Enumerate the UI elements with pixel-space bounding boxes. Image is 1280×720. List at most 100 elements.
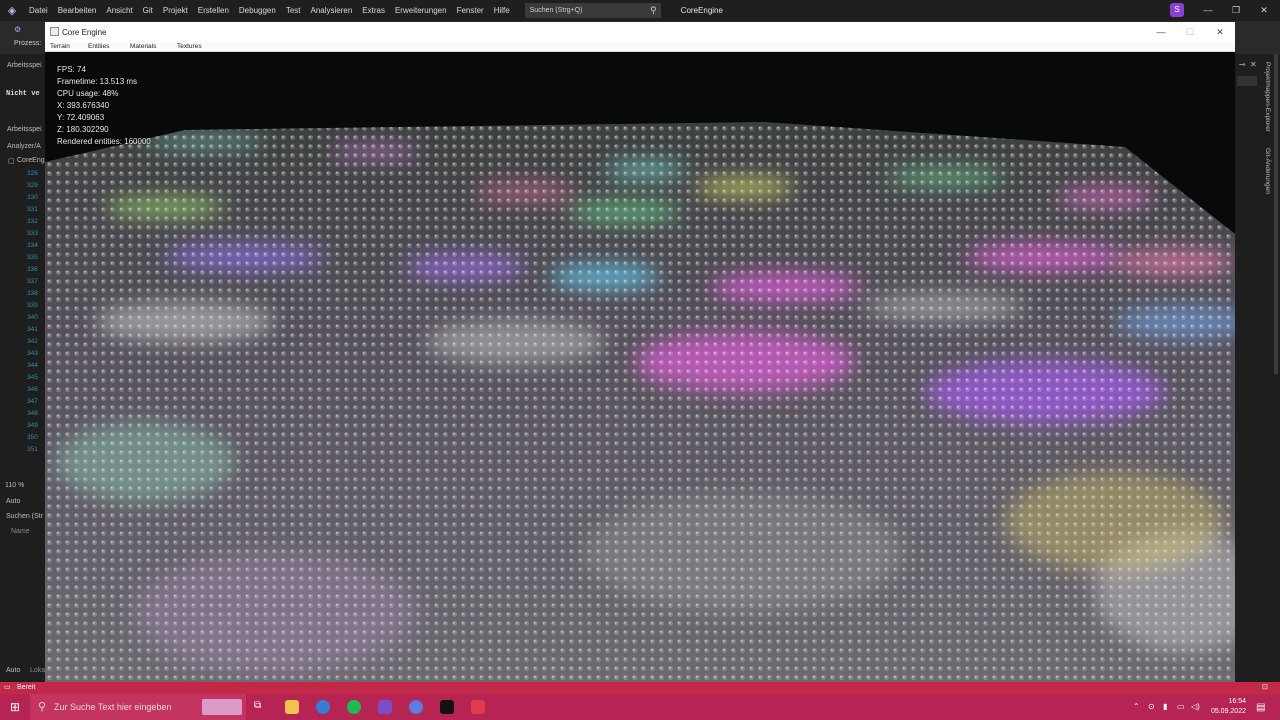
line-number: 345 <box>27 374 38 381</box>
engine-maximize-icon[interactable]: ☐ <box>1175 22 1205 42</box>
menu-bearbeiten[interactable]: Bearbeiten <box>53 0 102 21</box>
git-changes-tab[interactable]: Git-Änderungen <box>1264 148 1271 194</box>
app-icon <box>50 27 59 36</box>
name-column: Name <box>11 528 30 535</box>
pin-icon[interactable]: ⊸ <box>1239 60 1246 69</box>
line-number: 332 <box>27 218 38 225</box>
menu-terrain[interactable]: Terrain <box>50 43 70 50</box>
app-icon-red[interactable] <box>471 700 485 714</box>
line-number: 330 <box>27 194 38 201</box>
tray-chevron-icon[interactable]: ⌃ <box>1133 702 1140 711</box>
status-text: Bereit <box>17 684 36 691</box>
menu-materials[interactable]: Materials <box>130 43 156 50</box>
spotify-icon[interactable] <box>347 700 361 714</box>
engine-title: Core Engine <box>62 28 107 37</box>
solution-explorer-tab[interactable]: Projektmappen-Explorer <box>1264 62 1271 132</box>
nicht-label: Nicht ve <box>6 90 40 98</box>
restore-icon[interactable]: ❐ <box>1222 0 1250 21</box>
zoom-level[interactable]: 110 % <box>5 482 24 489</box>
memory-label: Arbeitsspei <box>7 62 42 69</box>
engine-minimize-icon[interactable]: — <box>1146 22 1176 42</box>
taskbar-search-placeholder: Zur Suche Text hier eingeben <box>54 702 172 712</box>
hud-z: Z: 180.302290 <box>57 125 109 134</box>
menu-debuggen[interactable]: Debuggen <box>234 0 281 21</box>
file-explorer-icon[interactable] <box>285 700 299 714</box>
menu-hilfe[interactable]: Hilfe <box>489 0 515 21</box>
panel-close-icon[interactable]: ✕ <box>1250 60 1257 69</box>
network-icon[interactable]: ▭ <box>1177 702 1185 711</box>
vs-search-box[interactable]: Suchen (Strg+Q) ⚲ <box>524 3 661 18</box>
code-tab[interactable]: CoreEng <box>17 157 45 164</box>
line-number: 334 <box>27 242 38 249</box>
vs-menubar: ◈ Datei Bearbeiten Ansicht Git Projekt E… <box>0 0 1280 21</box>
line-number: 340 <box>27 314 38 321</box>
core-engine-window: Core Engine — ☐ ✕ Terrain Entities Mater… <box>45 22 1235 692</box>
line-number: 341 <box>27 326 38 333</box>
hud-x: X: 393.676340 <box>57 101 110 110</box>
panel-dropdown[interactable] <box>1237 76 1257 86</box>
discord-icon[interactable] <box>409 700 423 714</box>
menu-datei[interactable]: Datei <box>24 0 53 21</box>
line-number: 335 <box>27 254 38 261</box>
menu-projekt[interactable]: Projekt <box>158 0 193 21</box>
visual-studio-icon[interactable] <box>378 700 392 714</box>
line-number: 339 <box>27 302 38 309</box>
memory-label-2: Arbeitsspei <box>7 126 42 133</box>
menu-extras[interactable]: Extras <box>357 0 390 21</box>
menu-test[interactable]: Test <box>281 0 306 21</box>
process-icon[interactable]: ⚙ <box>14 25 21 34</box>
search-icon: ⚲ <box>650 5 657 15</box>
file-icon: ▢ <box>8 158 15 165</box>
vs-statusbar: ▭ Bereit ⊡ <box>0 682 1280 694</box>
minimize-icon[interactable]: — <box>1194 0 1222 21</box>
close-icon[interactable]: ✕ <box>1250 0 1278 21</box>
search-highlight-icon[interactable] <box>202 699 242 715</box>
visual-studio-logo-icon[interactable]: ◈ <box>0 0 24 21</box>
windows-start-icon[interactable]: ⊞ <box>0 694 30 720</box>
terminal-icon[interactable] <box>440 700 454 714</box>
line-number: 351 <box>27 446 38 453</box>
menu-ansicht[interactable]: Ansicht <box>101 0 137 21</box>
hud-fps: FPS: 74 <box>57 65 86 74</box>
bump-texture <box>45 122 1235 692</box>
solution-name: CoreEngine <box>680 6 723 15</box>
volume-icon[interactable]: ◁) <box>1191 702 1200 711</box>
notification-icon[interactable]: ⊡ <box>1262 683 1268 691</box>
menu-fenster[interactable]: Fenster <box>452 0 489 21</box>
menu-textures[interactable]: Textures <box>177 43 202 50</box>
line-number: 331 <box>27 206 38 213</box>
line-number: 343 <box>27 350 38 357</box>
render-viewport[interactable] <box>45 52 1235 692</box>
menu-entities[interactable]: Entities <box>88 43 109 50</box>
taskbar-search-icon: ⚲ <box>38 701 47 713</box>
analyzer-label: Analyzer/A <box>7 143 41 150</box>
search-locals-label[interactable]: Suchen (Str <box>6 513 43 520</box>
notification-center-icon[interactable]: ▤ <box>1256 702 1265 713</box>
engine-menubar: Terrain Entities Materials Textures <box>45 42 1235 52</box>
scrollbar[interactable] <box>1274 54 1278 374</box>
locals-tab[interactable]: Loka <box>30 667 45 674</box>
firefox-icon[interactable] <box>316 700 330 714</box>
task-view-icon[interactable]: ⧉ <box>254 700 268 714</box>
line-number: 333 <box>27 230 38 237</box>
diagnostics-panel: Arbeitsspei Nicht ve Arbeitsspei Analyze… <box>0 54 46 682</box>
line-number: 349 <box>27 422 38 429</box>
tray-app-icon[interactable]: ⊙ <box>1148 702 1155 711</box>
line-number: 338 <box>27 290 38 297</box>
line-number: 350 <box>27 434 38 441</box>
tray-usb-icon[interactable]: ▮ <box>1163 702 1167 711</box>
engine-titlebar[interactable]: Core Engine — ☐ ✕ <box>45 22 1235 42</box>
auto-tab[interactable]: Auto <box>6 667 20 674</box>
menu-analysieren[interactable]: Analysieren <box>305 0 357 21</box>
line-number: 337 <box>27 278 38 285</box>
account-avatar[interactable]: S <box>1170 3 1184 17</box>
windows-taskbar: ⊞ ⚲ Zur Suche Text hier eingeben ⧉ ⌃ ⊙ ▮… <box>0 694 1280 720</box>
menu-erweiterungen[interactable]: Erweiterungen <box>390 0 452 21</box>
line-number: 329 <box>27 182 38 189</box>
menu-erstellen[interactable]: Erstellen <box>193 0 234 21</box>
line-number: 326 <box>27 170 38 177</box>
engine-close-icon[interactable]: ✕ <box>1205 22 1235 42</box>
taskbar-clock[interactable]: 16:54 05.09.2022 <box>1211 697 1246 717</box>
process-label: Prozess: <box>14 40 42 47</box>
menu-git[interactable]: Git <box>138 0 158 21</box>
